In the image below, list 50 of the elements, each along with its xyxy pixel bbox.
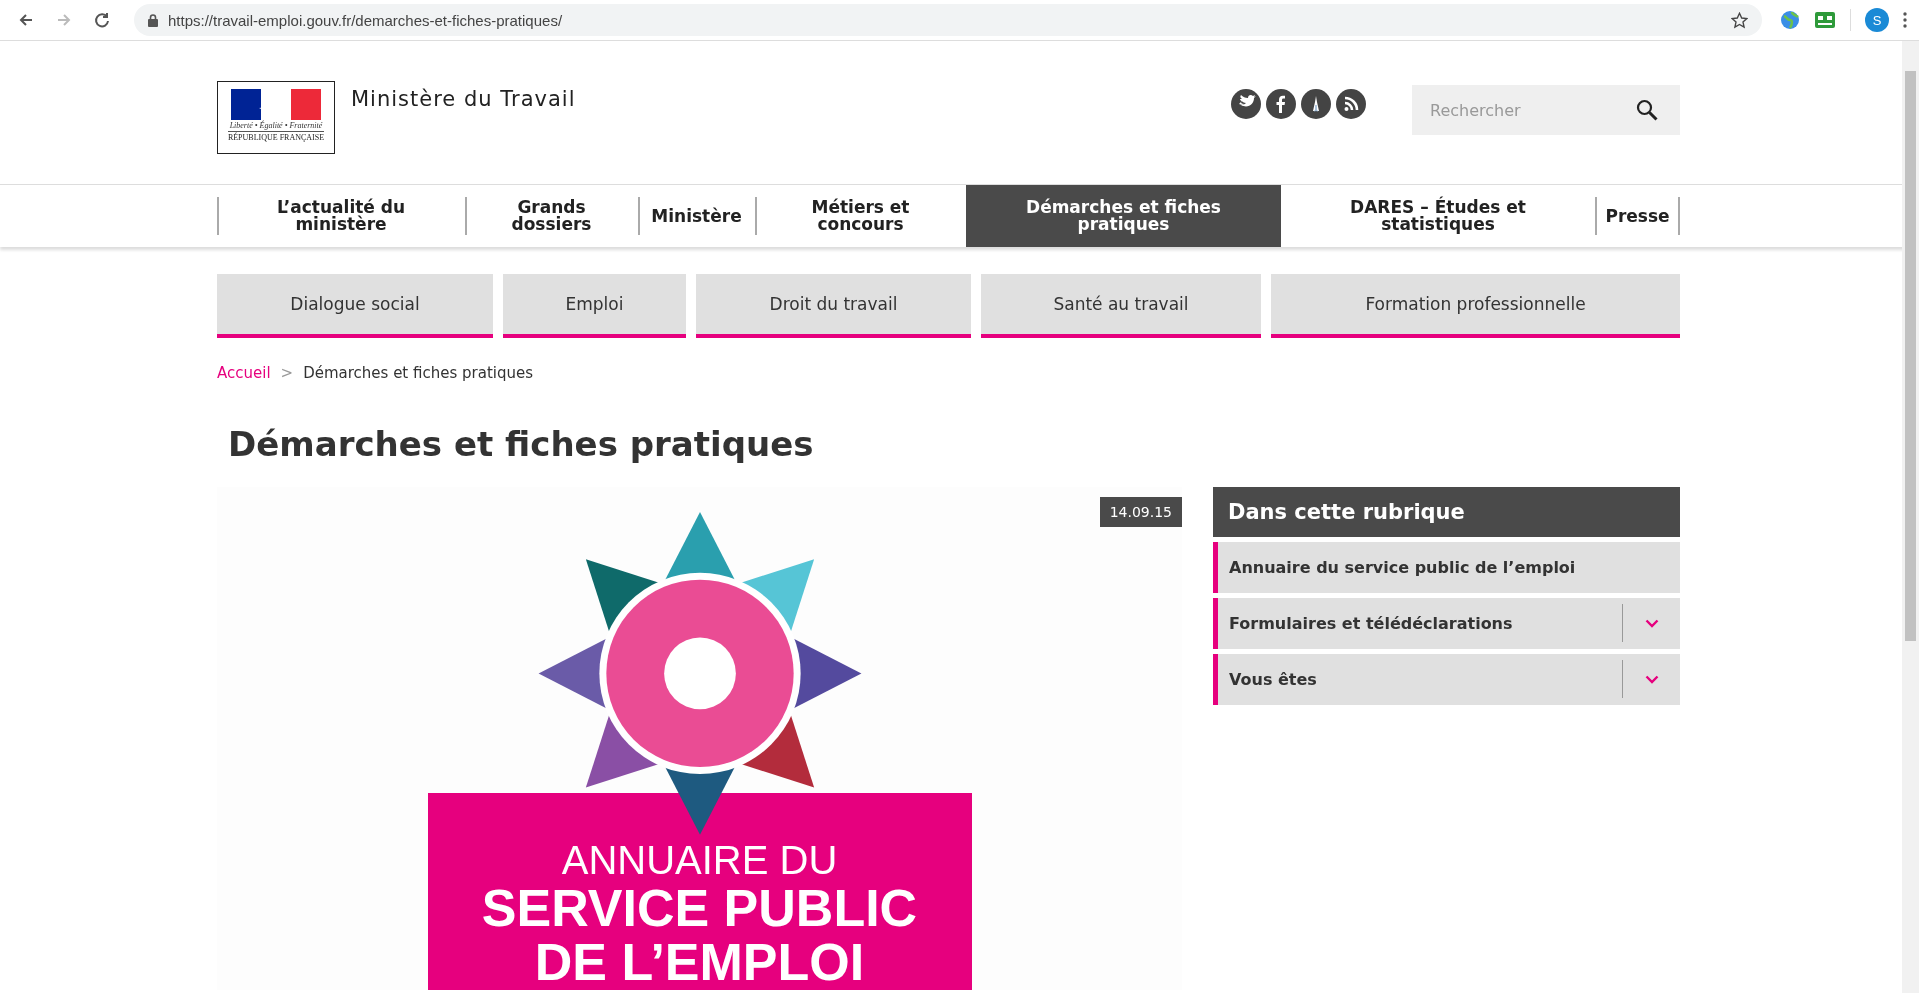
banner-text: ANNUAIRE DU — [561, 838, 838, 881]
f-icon[interactable] — [1266, 89, 1296, 119]
search-icon[interactable] — [1636, 99, 1658, 121]
nav-tab[interactable]: Métiers et concours — [755, 185, 966, 247]
nav-tab[interactable]: L’actualité du ministère — [217, 185, 465, 247]
logo-name: RÉPUBLIQUE FRANÇAISE — [227, 131, 325, 142]
category-tab[interactable]: Formation professionnelle — [1271, 274, 1680, 338]
banner-panel[interactable]: ANNUAIRE DU SERVICE PUBLIC DE L’EMPLOI — [427, 792, 972, 990]
sidebar-link[interactable]: Annuaire du service public de l’emploi — [1218, 557, 1680, 577]
category-tab[interactable]: Droit du travail — [696, 274, 971, 338]
banner-text: DE L’EMPLOI — [534, 935, 865, 990]
menu-icon[interactable] — [1903, 12, 1907, 28]
category-tab[interactable]: Emploi — [503, 274, 686, 338]
chevron-down-icon — [1644, 618, 1659, 628]
category-tab[interactable]: Santé au travail — [981, 274, 1261, 338]
sidebar-item[interactable]: Formulaires et télédéclarations — [1213, 597, 1680, 649]
star-icon[interactable] — [1731, 11, 1748, 29]
chevron-down-icon — [1644, 674, 1659, 684]
page-title: Démarches et fiches pratiques — [228, 424, 815, 465]
nav-tab[interactable]: Démarches et fiches pratiques — [966, 185, 1281, 247]
reload-icon — [93, 11, 111, 29]
site-title[interactable]: Ministère du Travail — [351, 87, 576, 111]
globe-icon[interactable] — [1780, 10, 1800, 30]
address-bar[interactable]: https://travail-emploi.gouv.fr/demarches-et-fiches-pratiques/ — [134, 4, 1762, 36]
search-field[interactable]: Rechercher — [1412, 85, 1680, 135]
breadcrumb-link[interactable]: Accueil — [217, 364, 271, 382]
sidebar-link[interactable]: Formulaires et télédéclarations — [1218, 613, 1622, 633]
rss-icon[interactable] — [1336, 89, 1366, 119]
sidebar-item[interactable]: Annuaire du service public de l’emploi — [1213, 541, 1680, 593]
nav-tab[interactable]: DARES – Études et statistiques — [1281, 185, 1595, 247]
tower-icon[interactable] — [1301, 89, 1331, 119]
sidebar-title: Dans cette rubrique — [1213, 486, 1680, 537]
nav-tab[interactable]: Grands dossiers — [465, 185, 638, 247]
url-text: https://travail-emploi.gouv.fr/demarches-et-fiches-pratiques/ — [168, 11, 564, 29]
bird-icon[interactable] — [1231, 89, 1261, 119]
banner-text: SERVICE PUBLIC — [481, 880, 918, 936]
breadcrumb-separator: > — [280, 364, 294, 382]
republic-logo[interactable]: Liberté • Égalité • Fraternité RÉPUBLIQUE FRANÇAISE — [217, 81, 335, 154]
profile-avatar[interactable]: S — [1865, 8, 1889, 32]
nav-tab[interactable]: Presse — [1595, 185, 1680, 247]
scrollbar[interactable] — [1902, 41, 1919, 993]
flag-profile-icon — [231, 89, 321, 120]
sidebar-item[interactable]: Vous êtes — [1213, 653, 1680, 705]
breadcrumb-current: Démarches et fiches pratiques — [303, 364, 534, 382]
date-badge: 14.09.15 — [1099, 496, 1182, 527]
sidebar-link[interactable]: Vous êtes — [1218, 669, 1622, 689]
lock-icon — [148, 13, 158, 27]
category-tab[interactable]: Dialogue social — [217, 274, 493, 338]
logo-motto: Liberté • Égalité • Fraternité — [229, 121, 323, 130]
nav-tab[interactable]: Ministère — [638, 185, 755, 247]
